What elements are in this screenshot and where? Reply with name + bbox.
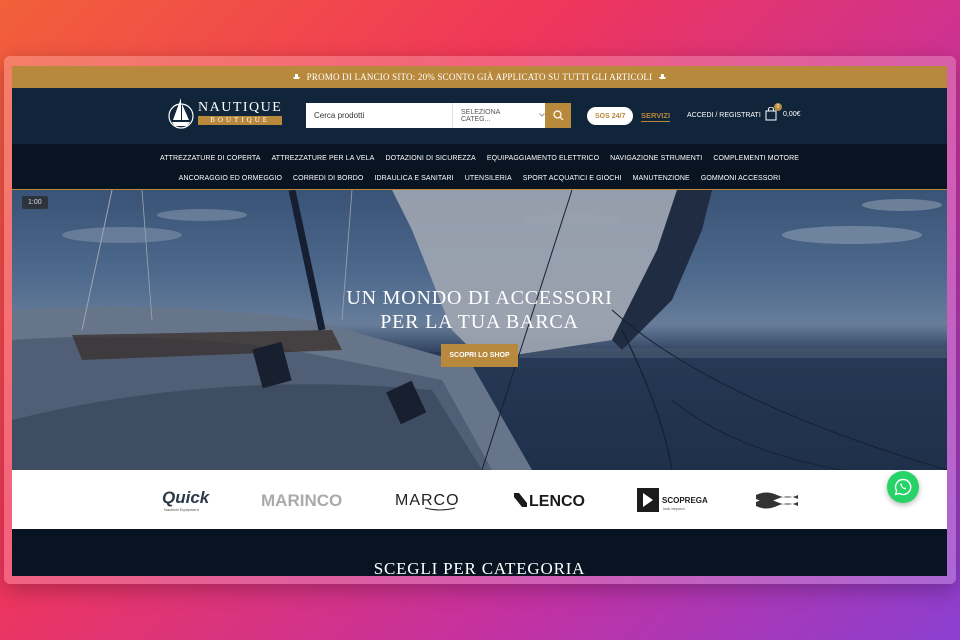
nav-row-1: ATTREZZATURE DI COPERTA ATTREZZATURE PER…	[12, 148, 947, 168]
categories-title: SCEGLI PER CATEGORIA	[373, 559, 586, 576]
categories-section: SCEGLI PER CATEGORIA	[12, 529, 947, 576]
search-input[interactable]	[306, 103, 452, 128]
search-icon	[552, 110, 563, 121]
whatsapp-button[interactable]	[887, 471, 919, 503]
brands-strip: Quick Nautical Equipment MARINCO MARCO L…	[12, 470, 947, 529]
promo-text: PROMO DI LANCIO SITO: 20% SCONTO GIÀ APP…	[306, 72, 653, 82]
logo-subtitle: BOUTIQUE	[198, 116, 283, 125]
logo[interactable]: NAUTIQUE BOUTIQUE	[168, 96, 283, 130]
website: PROMO DI LANCIO SITO: 20% SCONTO GIÀ APP…	[12, 66, 947, 576]
category-select-label: SELEZIONA CATEG...	[461, 108, 500, 123]
nav-item-equipaggiamento-elettrico[interactable]: EQUIPAGGIAMENTO ELETTRICO	[487, 155, 599, 162]
brand-scoprega-text: SCOPREGA	[662, 496, 708, 505]
shop-cta-button[interactable]: SCOPRI LO SHOP	[441, 344, 518, 367]
brand-logo-marinco[interactable]: MARINCO	[261, 485, 349, 515]
sailboat-logo-icon	[168, 98, 194, 129]
brand-logo-scoprega[interactable]: SCOPREGA look beyond	[636, 485, 709, 515]
login-link[interactable]: ACCEDI / REGISTRATI	[687, 112, 761, 119]
nav-item-attrezzature-coperta[interactable]: ATTREZZATURE DI COPERTA	[160, 155, 261, 162]
brand-logo-marco[interactable]: MARCO	[395, 485, 467, 515]
brand-logo-waves[interactable]	[755, 485, 799, 515]
cart-count-badge: 0	[774, 103, 782, 111]
nav-item-dotazioni-sicurezza[interactable]: DOTAZIONI DI SICUREZZA	[385, 155, 475, 162]
cart-button[interactable]: 0 0,00€	[765, 103, 801, 121]
ship-icon	[658, 72, 667, 82]
cart-total: 0,00€	[783, 110, 801, 118]
hero-title: UN MONDO DI ACCESSORI PER LA TUA BARCA	[12, 286, 947, 334]
brand-logo-quick[interactable]: Quick Nautical Equipment	[161, 485, 215, 515]
nav-row-2: ANCORAGGIO ED ORMEGGIO CORREDI DI BORDO …	[12, 168, 947, 188]
brand-marco-text: MARCO	[395, 492, 460, 509]
main-navigation: ATTREZZATURE DI COPERTA ATTREZZATURE PER…	[12, 144, 947, 190]
site-header: NAUTIQUE BOUTIQUE SELEZIONA CATEG... SOS…	[12, 88, 947, 144]
nav-item-corredi-bordo[interactable]: CORREDI DI BORDO	[293, 175, 363, 182]
nav-item-navigazione-strumenti[interactable]: NAVIGAZIONE STRUMENTI	[610, 155, 702, 162]
search-button[interactable]	[545, 103, 571, 128]
nav-item-complementi-motore[interactable]: COMPLEMENTI MOTORE	[713, 155, 799, 162]
nav-item-gommoni-accessori[interactable]: GOMMONI ACCESSORI	[701, 175, 781, 182]
promo-bar: PROMO DI LANCIO SITO: 20% SCONTO GIÀ APP…	[12, 66, 947, 88]
nav-item-ancoraggio-ormeggio[interactable]: ANCORAGGIO ED ORMEGGIO	[179, 175, 282, 182]
nav-item-idraulica-sanitari[interactable]: IDRAULICA E SANITARI	[374, 175, 453, 182]
nav-item-sport-acquatici[interactable]: SPORT ACQUATICI E GIOCHI	[523, 175, 622, 182]
brand-scoprega-sub: look beyond	[663, 506, 685, 511]
brand-quick-text: Quick	[162, 488, 211, 507]
nav-item-manutenzione[interactable]: MANUTENZIONE	[633, 175, 690, 182]
logo-name: NAUTIQUE	[198, 100, 283, 115]
video-timer: 1:00	[22, 196, 48, 209]
brand-lenco-text: LENCO	[529, 493, 585, 510]
ship-icon	[292, 72, 301, 82]
shopping-bag-icon: 0	[765, 103, 782, 121]
search-bar: SELEZIONA CATEG...	[306, 103, 571, 128]
whatsapp-icon	[894, 478, 912, 496]
hero-banner: 1:00 UN MONDO DI ACCESSORI PER LA TUA BA…	[12, 190, 947, 470]
brand-quick-sub: Nautical Equipment	[164, 507, 200, 512]
nav-item-attrezzature-vela[interactable]: ATTREZZATURE PER LA VELA	[272, 155, 375, 162]
brand-marinco-text: MARINCO	[261, 491, 342, 510]
sos-button[interactable]: SOS 24/7	[587, 107, 634, 125]
category-select[interactable]: SELEZIONA CATEG...	[452, 103, 545, 128]
nav-item-utensileria[interactable]: UTENSILERIA	[465, 175, 512, 182]
hero-title-line-2: PER LA TUA BARCA	[380, 311, 579, 333]
servizi-link[interactable]: SERVIZI	[641, 111, 671, 122]
hero-title-line-1: UN MONDO DI ACCESSORI	[346, 287, 613, 309]
brand-logo-lenco[interactable]: LENCO	[513, 485, 591, 515]
